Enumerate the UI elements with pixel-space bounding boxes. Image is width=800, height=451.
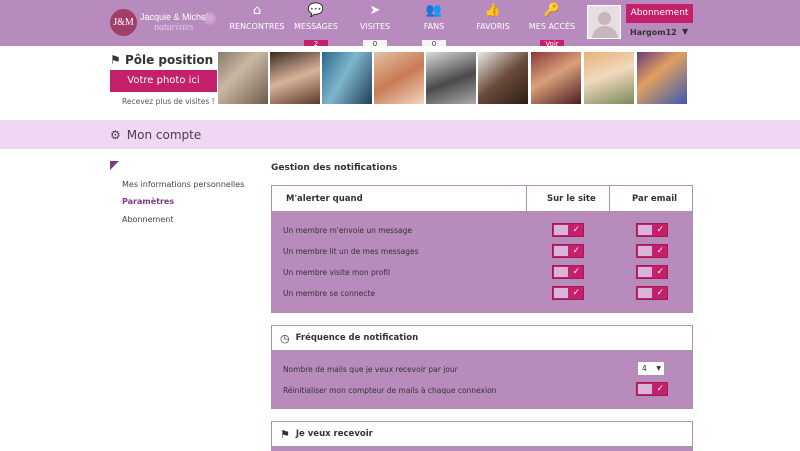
toggle-site-read[interactable]: ✓ [552, 244, 584, 258]
receive-header: ⚑ Je veux recevoir [272, 422, 692, 447]
avatar-body-shape [592, 26, 618, 38]
flag-icon: ⚑ [280, 427, 290, 441]
check-icon: ✓ [656, 267, 664, 277]
subscribe-button[interactable]: Abonnement [626, 4, 693, 23]
check-icon: ✓ [656, 288, 664, 298]
chevron-down-icon: ▼ [656, 365, 661, 372]
frequency-panel: ◷ Fréquence de notification Nombre de mai… [271, 325, 693, 409]
frequency-row-label: Réinitialiser mon compteur de mails à ch… [283, 386, 497, 395]
notification-row-label: Un membre lit un de mes messages [283, 247, 419, 256]
toggle-knob [638, 288, 652, 298]
section-title: ⚙ Mon compte [110, 128, 201, 142]
flag-icon: ⚑ [110, 53, 121, 67]
toggle-site-connect[interactable]: ✓ [552, 286, 584, 300]
check-icon: ✓ [656, 225, 664, 235]
check-icon: ✓ [656, 384, 664, 394]
sun-icon: ✺ [202, 9, 218, 30]
column-divider [609, 186, 610, 211]
member-thumbnail[interactable] [584, 52, 634, 104]
top-navigation-bar: J&M Jacquie & Michel naturistes ✺ ⌂ RENC… [0, 0, 800, 49]
pole-title-text: Pôle position [124, 53, 214, 67]
notifications-title: Gestion des notifications [271, 163, 398, 173]
avatar-head-shape [598, 12, 611, 25]
upload-photo-button[interactable]: Votre photo ici [110, 70, 217, 92]
toggle-email-message[interactable]: ✓ [636, 223, 668, 237]
toggle-email-connect[interactable]: ✓ [636, 286, 668, 300]
frequency-row-label: Nombre de mails que je veux recevoir par… [283, 365, 458, 374]
corner-triangle-icon [110, 161, 119, 170]
pole-position-banner: ⚑ Pôle position Votre photo ici Recevez … [0, 46, 800, 120]
chevron-down-icon[interactable]: ▼ [682, 27, 688, 36]
member-thumbnail[interactable] [374, 52, 424, 104]
receive-title-text: Je veux recevoir [295, 429, 373, 439]
notification-row-label: Un membre m'envoie un message [283, 226, 412, 235]
frequency-title-text: Fréquence de notification [295, 333, 419, 343]
select-value: 4 [642, 364, 647, 373]
check-icon: ✓ [572, 288, 580, 298]
check-icon: ✓ [656, 246, 664, 256]
toggle-site-visit[interactable]: ✓ [552, 265, 584, 279]
member-thumbnail[interactable] [426, 52, 476, 104]
toggle-email-visit[interactable]: ✓ [636, 265, 668, 279]
mails-per-day-select[interactable]: 4 ▼ [638, 362, 664, 375]
nav-label: MES ACCÈS [528, 22, 576, 31]
notification-row-label: Un membre visite mon profil [283, 268, 391, 277]
logo-line1: Jacquie & Michel [140, 12, 209, 22]
frequency-header: ◷ Fréquence de notification [272, 326, 692, 351]
check-icon: ✓ [572, 225, 580, 235]
member-thumbnail[interactable] [270, 52, 320, 104]
check-icon: ✓ [572, 267, 580, 277]
nav-mes-acces[interactable]: 🔑 MES ACCÈS Voir [516, 3, 588, 50]
toggle-site-message[interactable]: ✓ [552, 223, 584, 237]
toggle-knob [554, 225, 568, 235]
member-thumbnail[interactable] [478, 52, 528, 104]
section-title-text: Mon compte [126, 128, 202, 142]
column-divider [526, 186, 527, 211]
pole-hint: Recevez plus de visites ! [122, 97, 215, 106]
toggle-knob [638, 225, 652, 235]
pole-title: ⚑ Pôle position [110, 53, 213, 67]
toggle-reset-counter[interactable]: ✓ [636, 382, 668, 396]
notification-row-label: Un membre se connecte [283, 289, 375, 298]
sidebar-item-parametres[interactable]: Paramètres [122, 197, 174, 206]
frequency-title: ◷ Fréquence de notification [280, 326, 418, 350]
logo-badge: J&M [110, 9, 137, 36]
member-thumbnail[interactable] [218, 52, 268, 104]
key-icon: 🔑 [543, 3, 561, 18]
username[interactable]: Hargom12 [630, 28, 677, 37]
logo-line2: naturistes [154, 22, 194, 33]
member-thumbnail[interactable] [322, 52, 372, 104]
gear-icon: ⚙ [110, 128, 121, 142]
toggle-knob [638, 384, 652, 394]
user-avatar[interactable] [587, 5, 621, 39]
receive-panel: ⚑ Je veux recevoir [271, 421, 693, 451]
member-thumbnail[interactable] [531, 52, 581, 104]
site-logo[interactable]: J&M Jacquie & Michel naturistes ✺ [110, 9, 226, 37]
header-site: Sur le site [547, 193, 596, 204]
toggle-knob [638, 267, 652, 277]
toggle-email-read[interactable]: ✓ [636, 244, 668, 258]
notifications-table-header: M'alerter quand Sur le site Par email [272, 186, 692, 212]
toggle-knob [554, 288, 568, 298]
toggle-knob [638, 246, 652, 256]
notifications-panel: M'alerter quand Sur le site Par email Un… [271, 185, 693, 313]
header-alert: M'alerter quand [286, 193, 363, 204]
section-header: ⚙ Mon compte [0, 120, 800, 149]
sidebar-item-abonnement[interactable]: Abonnement [122, 215, 173, 224]
clock-icon: ◷ [280, 331, 290, 345]
toggle-knob [554, 267, 568, 277]
member-thumbnail[interactable] [637, 52, 687, 104]
header-email: Par email [632, 193, 678, 204]
check-icon: ✓ [572, 246, 580, 256]
receive-title: ⚑ Je veux recevoir [280, 422, 373, 446]
toggle-knob [554, 246, 568, 256]
sidebar-item-infos[interactable]: Mes informations personnelles [122, 180, 244, 189]
